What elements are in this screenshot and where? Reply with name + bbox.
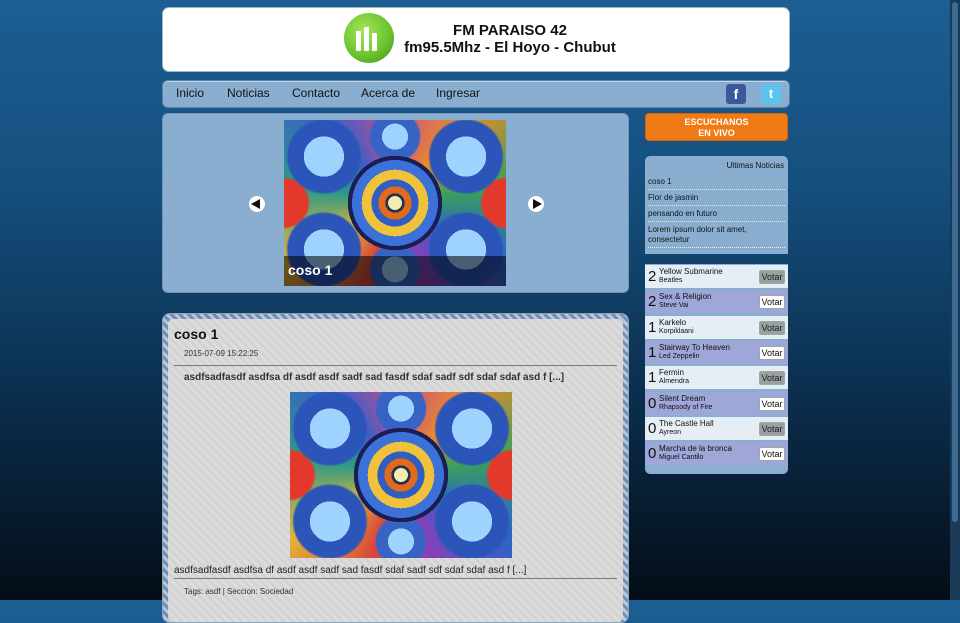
tag-link[interactable]: asdf xyxy=(205,587,220,596)
vote-count: 1 xyxy=(648,344,657,361)
news-item[interactable]: coso 1 xyxy=(648,177,785,190)
article-date: 2015-07-09 15:22:25 xyxy=(184,349,259,358)
ranking-row: 1 Fermin Almendra Votar xyxy=(645,366,788,389)
listen-live-line2: EN VIVO xyxy=(698,128,735,138)
ranking-row: 2 Yellow Submarine Beatles Votar xyxy=(645,265,788,288)
song-ranking: 2 Yellow Submarine Beatles Votar 2 Sex &… xyxy=(645,264,788,474)
song-title: Yellow Submarine xyxy=(659,267,723,276)
station-frequency: fm95.5Mhz - El Hoyo - Chubut xyxy=(404,39,616,56)
song-artist: Rhapsody of Fire xyxy=(659,404,713,411)
article-card: coso 1 2015-07-09 15:22:25 asdfsadfasdf … xyxy=(162,313,629,623)
station-name: FM PARAISO 42 xyxy=(453,22,567,39)
vote-button[interactable]: Votar xyxy=(759,397,785,411)
ranking-row: 1 Karkelo Korpiklaani Votar xyxy=(645,316,788,339)
vote-button[interactable]: Votar xyxy=(759,295,785,309)
slide-image[interactable]: coso 1 xyxy=(284,120,506,286)
news-item[interactable]: Flor de jasmin xyxy=(648,193,785,206)
song-artist: Korpiklaani xyxy=(659,328,694,335)
slide-caption-bar: coso 1 xyxy=(284,256,506,286)
image-slider: coso 1 xyxy=(162,113,629,293)
ranking-row: 0 Silent Dream Rhapsody of Fire Votar xyxy=(645,392,788,415)
news-item-line: Lorem ipsum dolor sit amet, xyxy=(648,225,747,234)
vote-button[interactable]: Votar xyxy=(759,346,785,360)
listen-live-line1: ESCUCHANOS xyxy=(684,117,749,127)
latest-news-heading: Ultimas Noticias xyxy=(726,161,784,170)
song-title: Sex & Religion xyxy=(659,292,712,301)
site-header: FM PARAISO 42 fm95.5Mhz - El Hoyo - Chub… xyxy=(162,7,790,72)
song-title: Fermin xyxy=(659,368,684,377)
vote-button[interactable]: Votar xyxy=(759,270,785,284)
nav-inicio[interactable]: Inicio xyxy=(176,86,204,100)
vote-count: 2 xyxy=(648,293,657,310)
vote-button[interactable]: Votar xyxy=(759,321,785,335)
song-artist: Steve Vai xyxy=(659,302,689,309)
news-item[interactable]: pensando en futuro xyxy=(648,209,785,222)
song-title: The Castle Hall xyxy=(659,419,714,428)
ranking-row: 0 The Castle Hall Ayreon Votar xyxy=(645,417,788,440)
tags-label: Tags: xyxy=(184,587,204,596)
nav-acerca-de[interactable]: Acerca de xyxy=(361,86,415,100)
song-title: Marcha de la bronca xyxy=(659,444,732,453)
song-artist: Almendra xyxy=(659,378,689,385)
site-title: FM PARAISO 42 fm95.5Mhz - El Hoyo - Chub… xyxy=(393,22,627,56)
article-title[interactable]: coso 1 xyxy=(174,326,218,342)
vote-count: 1 xyxy=(648,369,657,386)
facebook-icon[interactable]: f xyxy=(726,84,746,104)
vote-count: 2 xyxy=(648,268,657,285)
nav-ingresar[interactable]: Ingresar xyxy=(436,86,480,100)
slider-next-arrow-icon[interactable] xyxy=(528,196,544,212)
song-artist: Beatles xyxy=(659,277,683,284)
vote-button[interactable]: Votar xyxy=(759,422,785,436)
news-item-line: consectetur xyxy=(648,235,690,244)
main-nav: Inicio Noticias Contacto Acerca de Ingre… xyxy=(162,80,790,108)
article-body: coso 1 2015-07-09 15:22:25 asdfsadfasdf … xyxy=(168,319,623,622)
ranking-row: 2 Sex & Religion Steve Vai Votar xyxy=(645,290,788,313)
song-artist: Led Zeppelin xyxy=(659,353,700,360)
scrollbar-thumb[interactable] xyxy=(952,2,958,522)
latest-news-panel: Ultimas Noticias coso 1 Flor de jasmin p… xyxy=(645,156,788,254)
divider xyxy=(174,578,617,579)
song-title: Silent Dream xyxy=(659,394,706,403)
vote-count: 0 xyxy=(648,420,657,437)
vote-button[interactable]: Votar xyxy=(759,447,785,461)
twitter-icon[interactable]: t xyxy=(761,84,781,104)
news-item[interactable]: Lorem ipsum dolor sit amet, consectetur xyxy=(648,225,785,248)
nav-noticias[interactable]: Noticias xyxy=(227,86,270,100)
slider-prev-arrow-icon[interactable] xyxy=(249,196,265,212)
song-artist: Ayreon xyxy=(659,429,682,436)
vote-count: 1 xyxy=(648,319,657,336)
listen-live-button[interactable]: ESCUCHANOS EN VIVO xyxy=(645,113,788,141)
article-excerpt: asdfsadfasdf asdfsa df asdf asdf sadf sa… xyxy=(184,372,565,383)
page-scrollbar[interactable] xyxy=(950,0,960,600)
vote-button[interactable]: Votar xyxy=(759,371,785,385)
song-title: Karkelo xyxy=(659,318,687,327)
nav-contacto[interactable]: Contacto xyxy=(292,86,340,100)
tags-separator: | Seccion: xyxy=(220,587,260,596)
ranking-row: 0 Marcha de la bronca Miguel Cantilo Vot… xyxy=(645,442,788,465)
section-link[interactable]: Sociedad xyxy=(260,587,293,596)
ranking-row: 1 Stairway To Heaven Led Zeppelin Votar xyxy=(645,341,788,364)
vote-count: 0 xyxy=(648,445,657,462)
song-title: Stairway To Heaven xyxy=(659,343,730,352)
slide-caption[interactable]: coso 1 xyxy=(288,262,332,278)
article-image xyxy=(290,392,512,558)
article-text: asdfsadfasdf asdfsa df asdf asdf sadf sa… xyxy=(174,565,527,576)
divider xyxy=(174,365,617,366)
vote-count: 0 xyxy=(648,395,657,412)
radio-bars-logo-icon xyxy=(344,13,394,63)
article-tags: Tags: asdf | Seccion: Sociedad xyxy=(184,587,293,596)
song-artist: Miguel Cantilo xyxy=(659,454,704,461)
